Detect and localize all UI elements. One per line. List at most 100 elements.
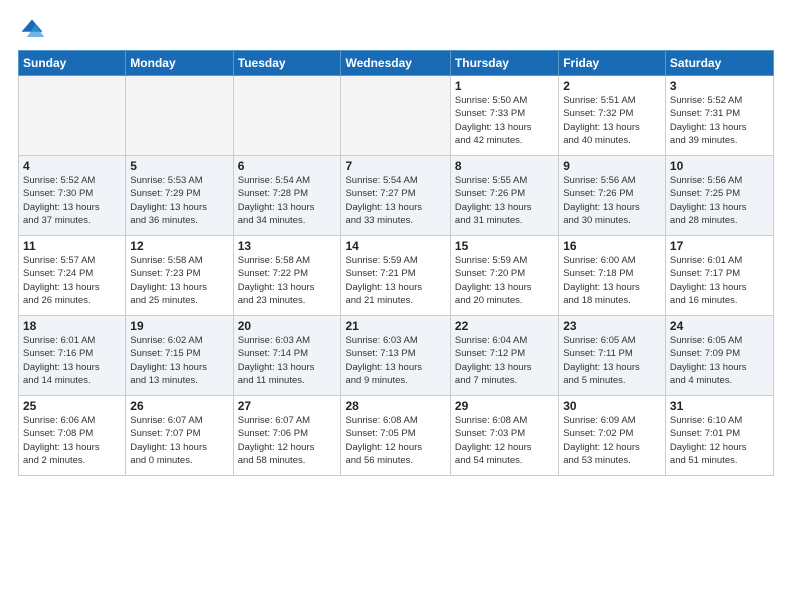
day-info: Sunrise: 6:07 AM Sunset: 7:06 PM Dayligh…: [238, 414, 337, 467]
calendar-cell: 11Sunrise: 5:57 AM Sunset: 7:24 PM Dayli…: [19, 236, 126, 316]
day-number: 8: [455, 159, 554, 173]
calendar-cell: 20Sunrise: 6:03 AM Sunset: 7:14 PM Dayli…: [233, 316, 341, 396]
day-info: Sunrise: 6:10 AM Sunset: 7:01 PM Dayligh…: [670, 414, 769, 467]
day-number: 24: [670, 319, 769, 333]
day-info: Sunrise: 5:58 AM Sunset: 7:22 PM Dayligh…: [238, 254, 337, 307]
calendar-cell: 26Sunrise: 6:07 AM Sunset: 7:07 PM Dayli…: [126, 396, 233, 476]
day-number: 17: [670, 239, 769, 253]
day-number: 30: [563, 399, 661, 413]
calendar-week-row: 4Sunrise: 5:52 AM Sunset: 7:30 PM Daylig…: [19, 156, 774, 236]
calendar-cell: 19Sunrise: 6:02 AM Sunset: 7:15 PM Dayli…: [126, 316, 233, 396]
day-number: 10: [670, 159, 769, 173]
day-number: 27: [238, 399, 337, 413]
calendar-cell: [19, 76, 126, 156]
day-info: Sunrise: 6:08 AM Sunset: 7:03 PM Dayligh…: [455, 414, 554, 467]
calendar-cell: 31Sunrise: 6:10 AM Sunset: 7:01 PM Dayli…: [665, 396, 773, 476]
logo-icon: [18, 16, 46, 44]
calendar-cell: 5Sunrise: 5:53 AM Sunset: 7:29 PM Daylig…: [126, 156, 233, 236]
day-number: 26: [130, 399, 228, 413]
calendar-cell: 21Sunrise: 6:03 AM Sunset: 7:13 PM Dayli…: [341, 316, 450, 396]
calendar-cell: 16Sunrise: 6:00 AM Sunset: 7:18 PM Dayli…: [559, 236, 666, 316]
day-info: Sunrise: 5:50 AM Sunset: 7:33 PM Dayligh…: [455, 94, 554, 147]
day-info: Sunrise: 6:01 AM Sunset: 7:16 PM Dayligh…: [23, 334, 121, 387]
day-number: 12: [130, 239, 228, 253]
day-number: 29: [455, 399, 554, 413]
day-info: Sunrise: 6:02 AM Sunset: 7:15 PM Dayligh…: [130, 334, 228, 387]
day-number: 6: [238, 159, 337, 173]
day-number: 2: [563, 79, 661, 93]
calendar-cell: 7Sunrise: 5:54 AM Sunset: 7:27 PM Daylig…: [341, 156, 450, 236]
day-number: 13: [238, 239, 337, 253]
day-number: 11: [23, 239, 121, 253]
calendar-cell: 3Sunrise: 5:52 AM Sunset: 7:31 PM Daylig…: [665, 76, 773, 156]
day-info: Sunrise: 5:57 AM Sunset: 7:24 PM Dayligh…: [23, 254, 121, 307]
calendar-table: SundayMondayTuesdayWednesdayThursdayFrid…: [18, 50, 774, 476]
calendar-week-row: 18Sunrise: 6:01 AM Sunset: 7:16 PM Dayli…: [19, 316, 774, 396]
day-info: Sunrise: 5:54 AM Sunset: 7:28 PM Dayligh…: [238, 174, 337, 227]
calendar-cell: 2Sunrise: 5:51 AM Sunset: 7:32 PM Daylig…: [559, 76, 666, 156]
day-number: 31: [670, 399, 769, 413]
calendar-week-row: 1Sunrise: 5:50 AM Sunset: 7:33 PM Daylig…: [19, 76, 774, 156]
calendar-cell: 18Sunrise: 6:01 AM Sunset: 7:16 PM Dayli…: [19, 316, 126, 396]
day-info: Sunrise: 6:04 AM Sunset: 7:12 PM Dayligh…: [455, 334, 554, 387]
day-number: 4: [23, 159, 121, 173]
day-info: Sunrise: 6:03 AM Sunset: 7:13 PM Dayligh…: [345, 334, 445, 387]
day-number: 23: [563, 319, 661, 333]
day-info: Sunrise: 6:01 AM Sunset: 7:17 PM Dayligh…: [670, 254, 769, 307]
calendar-cell: 6Sunrise: 5:54 AM Sunset: 7:28 PM Daylig…: [233, 156, 341, 236]
calendar-cell: 27Sunrise: 6:07 AM Sunset: 7:06 PM Dayli…: [233, 396, 341, 476]
day-number: 21: [345, 319, 445, 333]
calendar-cell: 12Sunrise: 5:58 AM Sunset: 7:23 PM Dayli…: [126, 236, 233, 316]
day-number: 20: [238, 319, 337, 333]
day-info: Sunrise: 6:05 AM Sunset: 7:09 PM Dayligh…: [670, 334, 769, 387]
header: [18, 16, 774, 44]
day-number: 3: [670, 79, 769, 93]
calendar-weekday-wednesday: Wednesday: [341, 51, 450, 76]
day-number: 28: [345, 399, 445, 413]
day-info: Sunrise: 6:05 AM Sunset: 7:11 PM Dayligh…: [563, 334, 661, 387]
day-number: 14: [345, 239, 445, 253]
calendar-cell: 14Sunrise: 5:59 AM Sunset: 7:21 PM Dayli…: [341, 236, 450, 316]
calendar-weekday-thursday: Thursday: [450, 51, 558, 76]
page: SundayMondayTuesdayWednesdayThursdayFrid…: [0, 0, 792, 486]
logo: [18, 16, 50, 44]
day-info: Sunrise: 5:59 AM Sunset: 7:21 PM Dayligh…: [345, 254, 445, 307]
day-info: Sunrise: 5:58 AM Sunset: 7:23 PM Dayligh…: [130, 254, 228, 307]
calendar-cell: 25Sunrise: 6:06 AM Sunset: 7:08 PM Dayli…: [19, 396, 126, 476]
day-info: Sunrise: 6:07 AM Sunset: 7:07 PM Dayligh…: [130, 414, 228, 467]
day-info: Sunrise: 5:51 AM Sunset: 7:32 PM Dayligh…: [563, 94, 661, 147]
calendar-week-row: 11Sunrise: 5:57 AM Sunset: 7:24 PM Dayli…: [19, 236, 774, 316]
day-number: 1: [455, 79, 554, 93]
day-number: 5: [130, 159, 228, 173]
day-number: 15: [455, 239, 554, 253]
calendar-cell: 30Sunrise: 6:09 AM Sunset: 7:02 PM Dayli…: [559, 396, 666, 476]
calendar-cell: 28Sunrise: 6:08 AM Sunset: 7:05 PM Dayli…: [341, 396, 450, 476]
day-number: 16: [563, 239, 661, 253]
calendar-cell: [341, 76, 450, 156]
day-info: Sunrise: 5:59 AM Sunset: 7:20 PM Dayligh…: [455, 254, 554, 307]
day-info: Sunrise: 6:00 AM Sunset: 7:18 PM Dayligh…: [563, 254, 661, 307]
calendar-cell: 13Sunrise: 5:58 AM Sunset: 7:22 PM Dayli…: [233, 236, 341, 316]
day-number: 19: [130, 319, 228, 333]
calendar-cell: [126, 76, 233, 156]
day-info: Sunrise: 6:03 AM Sunset: 7:14 PM Dayligh…: [238, 334, 337, 387]
calendar-weekday-saturday: Saturday: [665, 51, 773, 76]
day-info: Sunrise: 5:56 AM Sunset: 7:25 PM Dayligh…: [670, 174, 769, 227]
day-info: Sunrise: 6:06 AM Sunset: 7:08 PM Dayligh…: [23, 414, 121, 467]
calendar-cell: 8Sunrise: 5:55 AM Sunset: 7:26 PM Daylig…: [450, 156, 558, 236]
calendar-cell: 22Sunrise: 6:04 AM Sunset: 7:12 PM Dayli…: [450, 316, 558, 396]
calendar-weekday-friday: Friday: [559, 51, 666, 76]
calendar-cell: 29Sunrise: 6:08 AM Sunset: 7:03 PM Dayli…: [450, 396, 558, 476]
day-number: 25: [23, 399, 121, 413]
day-info: Sunrise: 5:56 AM Sunset: 7:26 PM Dayligh…: [563, 174, 661, 227]
calendar-cell: 17Sunrise: 6:01 AM Sunset: 7:17 PM Dayli…: [665, 236, 773, 316]
day-info: Sunrise: 5:52 AM Sunset: 7:30 PM Dayligh…: [23, 174, 121, 227]
calendar-cell: 1Sunrise: 5:50 AM Sunset: 7:33 PM Daylig…: [450, 76, 558, 156]
calendar-header-row: SundayMondayTuesdayWednesdayThursdayFrid…: [19, 51, 774, 76]
day-number: 18: [23, 319, 121, 333]
calendar-week-row: 25Sunrise: 6:06 AM Sunset: 7:08 PM Dayli…: [19, 396, 774, 476]
day-info: Sunrise: 5:55 AM Sunset: 7:26 PM Dayligh…: [455, 174, 554, 227]
calendar-cell: 9Sunrise: 5:56 AM Sunset: 7:26 PM Daylig…: [559, 156, 666, 236]
day-info: Sunrise: 5:52 AM Sunset: 7:31 PM Dayligh…: [670, 94, 769, 147]
day-info: Sunrise: 6:09 AM Sunset: 7:02 PM Dayligh…: [563, 414, 661, 467]
